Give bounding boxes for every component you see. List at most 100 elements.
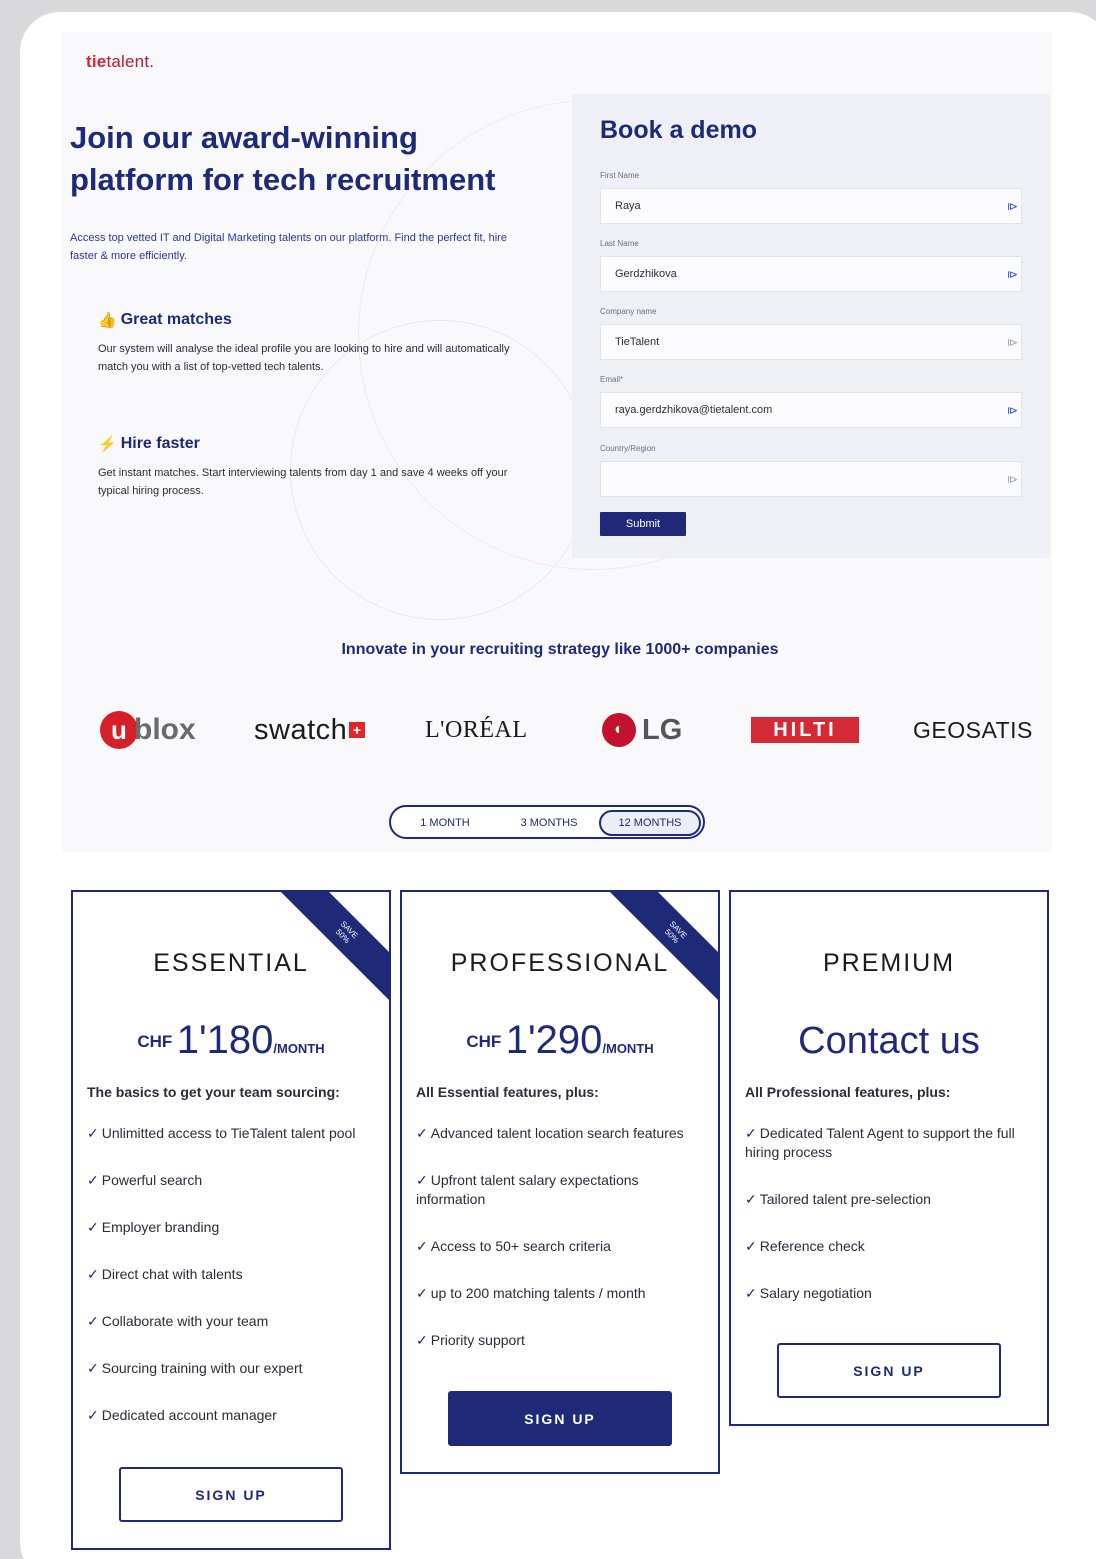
check-icon: ✓ <box>87 1313 99 1329</box>
plan-card-essential: SAVE 50% ESSENTIAL CHF 1'180/MONTH The b… <box>71 890 391 1550</box>
feature-label: Reference check <box>759 1238 865 1254</box>
check-icon: ✓ <box>416 1332 428 1348</box>
swatch-word: swatch <box>254 713 348 746</box>
feature-label: Tailored talent pre-selection <box>759 1191 931 1207</box>
check-icon: ✓ <box>416 1125 428 1141</box>
hilti-logo: HILTI <box>751 705 859 755</box>
geosatis-logo: GEOSATIS <box>913 716 1033 743</box>
check-icon: ✓ <box>745 1238 757 1254</box>
price-currency: CHF <box>466 1032 502 1051</box>
feature-item: ✓ Direct chat with talents <box>87 1265 382 1284</box>
feature-label: Advanced talent location search features <box>430 1125 684 1141</box>
plan-card-premium: PREMIUM Contact us All Professional feat… <box>729 890 1049 1426</box>
feature-item: ✓ Sourcing training with our expert <box>87 1359 382 1378</box>
thumbs-up-icon: 👍 <box>98 312 117 329</box>
sign-up-button[interactable]: SIGN UP <box>448 1391 672 1446</box>
plan-price: CHF 1'290/MONTH <box>402 1018 718 1063</box>
first-name-value: Raya <box>615 200 641 212</box>
feature-item: ✓ Dedicated account manager <box>87 1406 382 1425</box>
check-icon: ✓ <box>745 1285 757 1301</box>
feature-label: Priority support <box>430 1332 525 1348</box>
plan-name: PREMIUM <box>822 949 956 977</box>
demo-title: Book a demo <box>600 116 757 144</box>
feature-item: ✓ Upfront talent salary expectations info… <box>416 1171 711 1209</box>
hilti-word: HILTI <box>751 717 859 743</box>
country-field[interactable]: ⧐ <box>600 461 1022 497</box>
ribbon-line: 50% <box>662 927 681 946</box>
feature-label: Dedicated account manager <box>101 1407 277 1423</box>
plan-name: ESSENTIAL <box>153 949 309 977</box>
feature-title: 👍 Great matches <box>98 311 528 329</box>
plan-intro: All Essential features, plus: <box>416 1084 599 1100</box>
ublox-mark: u <box>100 711 138 749</box>
autofill-icon[interactable]: ⧐ <box>1007 404 1018 417</box>
feature-title-text: Hire faster <box>120 435 200 452</box>
autofill-icon[interactable]: ⧐ <box>1007 473 1018 486</box>
price-currency: CHF <box>137 1032 173 1051</box>
feature-item: ✓ up to 200 matching talents / month <box>416 1284 711 1303</box>
check-icon: ✓ <box>416 1172 428 1188</box>
period-option-1-month[interactable]: 1 MONTH <box>403 810 487 836</box>
plan-intro: The basics to get your team sourcing: <box>87 1084 340 1100</box>
sign-up-button[interactable]: SIGN UP <box>777 1343 1001 1398</box>
autofill-icon[interactable]: ⧐ <box>1007 200 1018 213</box>
feature-item: ✓ Collaborate with your team <box>87 1312 382 1331</box>
contact-us-heading: Contact us <box>798 1020 980 1062</box>
plan-features: ✓ Dedicated Talent Agent to support the f… <box>745 1124 1040 1331</box>
email-value: raya.gerdzhikova@tietalent.com <box>615 404 773 416</box>
autofill-icon[interactable]: ⧐ <box>1007 336 1018 349</box>
last-name-field[interactable]: Gerdzhikova ⧐ <box>600 256 1022 292</box>
period-option-12-months[interactable]: 12 MONTHS <box>599 810 701 836</box>
country-label: Country/Region <box>600 444 656 453</box>
companies-heading: Innovate in your recruiting strategy lik… <box>341 641 779 658</box>
autofill-icon[interactable]: ⧐ <box>1007 268 1018 281</box>
plan-features: ✓ Advanced talent location search feature… <box>416 1124 711 1378</box>
lg-mark: ◐ <box>602 713 636 747</box>
price-period: /MONTH <box>273 1041 325 1056</box>
lg-logo: ◐ LG <box>602 705 682 755</box>
feature-title-text: Great matches <box>120 311 232 328</box>
save-ribbon: SAVE 50% <box>273 892 389 1006</box>
check-icon: ✓ <box>416 1238 428 1254</box>
first-name-field[interactable]: Raya ⧐ <box>600 188 1022 224</box>
logo-talent: talent. <box>106 52 155 71</box>
feature-item: ✓ Powerful search <box>87 1171 382 1190</box>
feature-label: Direct chat with talents <box>101 1266 243 1282</box>
ublox-word: blox <box>134 713 196 746</box>
feature-label: Access to 50+ search criteria <box>430 1238 611 1254</box>
feature-title: ⚡ Hire faster <box>98 435 528 453</box>
company-name-value: TieTalent <box>615 336 660 348</box>
feature-label: Collaborate with your team <box>101 1313 269 1329</box>
check-icon: ✓ <box>87 1360 99 1376</box>
save-ribbon: SAVE 50% <box>602 892 718 1006</box>
plan-price: CHF 1'180/MONTH <box>73 1018 389 1063</box>
logo-tie: tie <box>86 52 107 71</box>
check-icon: ✓ <box>416 1285 428 1301</box>
sign-up-button[interactable]: SIGN UP <box>119 1467 343 1522</box>
book-demo-form: Book a demo First Name Raya ⧐ Last Name … <box>572 94 1050 558</box>
submit-button[interactable]: Submit <box>600 512 686 536</box>
email-label: Email* <box>600 375 624 384</box>
plan-card-professional: SAVE 50% PROFESSIONAL CHF 1'290/MONTH Al… <box>400 890 720 1474</box>
feature-item: ✓ Employer branding <box>87 1218 382 1237</box>
feature-item: ✓ Advanced talent location search feature… <box>416 1124 711 1143</box>
plan-features: ✓ Unlimitted access to TieTalent talent p… <box>87 1124 382 1453</box>
company-name-label: Company name <box>600 307 657 316</box>
plan-intro: All Professional features, plus: <box>745 1084 951 1100</box>
lg-word: LG <box>642 713 683 746</box>
check-icon: ✓ <box>745 1125 757 1141</box>
email-field[interactable]: raya.gerdzhikova@tietalent.com ⧐ <box>600 392 1022 428</box>
feature-item: ✓ Access to 50+ search criteria <box>416 1237 711 1256</box>
feature-text: Get instant matches. Start interviewing … <box>98 467 508 497</box>
tietalent-logo[interactable]: tietalent. <box>86 52 154 72</box>
feature-item: ✓ Tailored talent pre-selection <box>745 1190 1040 1209</box>
company-name-field[interactable]: TieTalent ⧐ <box>600 324 1022 360</box>
feature-great-matches: 👍 Great matches Our system will analyse … <box>98 311 528 376</box>
feature-label: Unlimitted access to TieTalent talent po… <box>101 1125 356 1141</box>
feature-item: ✓ Unlimitted access to TieTalent talent p… <box>87 1124 382 1143</box>
period-option-3-months[interactable]: 3 MONTHS <box>503 810 595 836</box>
last-name-value: Gerdzhikova <box>615 268 677 280</box>
feature-label: Employer branding <box>101 1219 220 1235</box>
feature-label: Sourcing training with our expert <box>101 1360 303 1376</box>
plan-name: PROFESSIONAL <box>450 949 670 977</box>
